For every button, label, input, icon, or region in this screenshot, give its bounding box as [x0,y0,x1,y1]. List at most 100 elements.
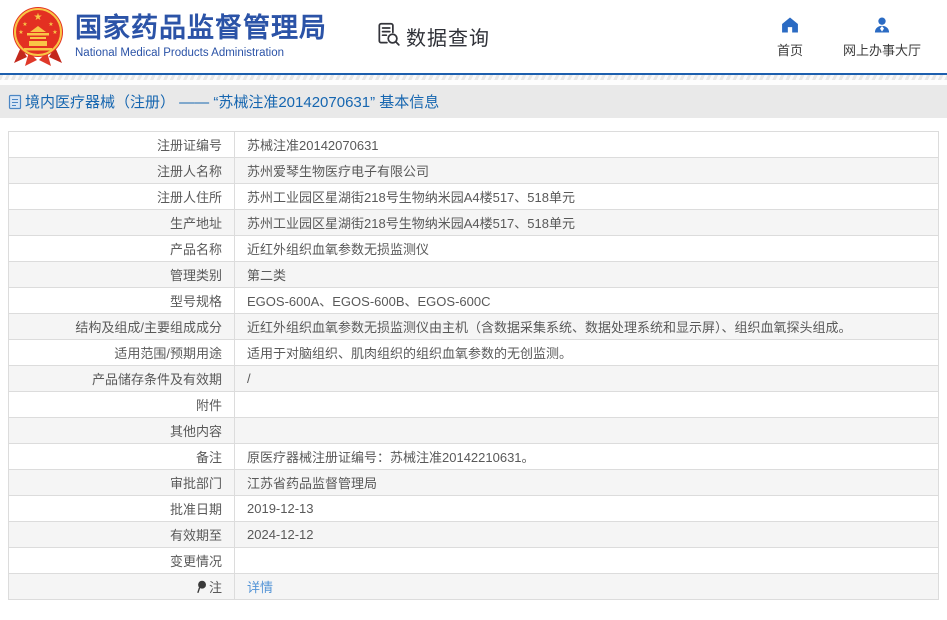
nav-home-label: 首页 [776,42,803,58]
row-label: 注 [208,580,222,595]
row-label: 备注 [195,450,222,465]
row-label-cell: 有效期至 [8,521,235,548]
row-value-cell [234,417,939,444]
row-label-cell: 备注 [8,443,235,470]
row-label-cell: 注 [8,573,235,600]
table-row: 备注 原医疗器械注册证编号：苏械注准20142210631。 [8,443,939,470]
logo-link[interactable]: ★ ★ ★ ★ ★ 国家药品监督管理局 National Medical Pro… [10,5,327,69]
row-value: 近红外组织血氧参数无损监测仪由主机（含数据采集系统、数据处理系统和显示屏）、组织… [247,320,852,335]
svg-text:★: ★ [52,29,57,36]
row-value-cell: / [234,365,939,392]
info-table-body: 注册证编号 苏械注准20142070631 注册人名称 苏州爱琴生物医疗电子有限公司注… [8,131,939,600]
table-row: 附件 [8,391,939,418]
nav-home[interactable]: 首页 [777,15,803,59]
row-value-cell: 苏州工业园区星湖街218号生物纳米园A4楼517、518单元 [234,183,939,210]
national-emblem-icon: ★ ★ ★ ★ ★ [10,5,66,69]
row-label-cell: 产品储存条件及有效期 [8,365,235,392]
table-row: 其他内容 [8,417,939,444]
row-label-cell: 注册人名称 [8,157,235,184]
row-label: 有效期至 [169,528,222,543]
row-label-cell: 变更情况 [8,547,235,574]
row-value: / [247,371,251,386]
table-row: 产品名称 近红外组织血氧参数无损监测仪 [8,235,939,262]
nav-service-hall-label: 网上办事大厅 [842,42,921,58]
row-label-cell: 型号规格 [8,287,235,314]
row-label-cell: 管理类别 [8,261,235,288]
row-value: EGOS-600A、EGOS-600B、EGOS-600C [247,294,491,309]
row-label: 注册人住所 [156,190,222,205]
row-value-cell: 苏械注准20142070631 [234,131,939,158]
table-row: 产品储存条件及有效期 / [8,365,939,392]
breadcrumb: 境内医疗器械（注册） —— “苏械注准20142070631” 基本信息 [25,94,440,111]
row-value-cell: 近红外组织血氧参数无损监测仪由主机（含数据采集系统、数据处理系统和显示屏）、组织… [234,313,939,340]
table-row: 注册人住所 苏州工业园区星湖街218号生物纳米园A4楼517、518单元 [8,183,939,210]
row-label-cell: 产品名称 [8,235,235,262]
row-label: 批准日期 [169,502,222,517]
row-value: 江苏省药品监督管理局 [247,476,378,491]
svg-text:★: ★ [34,12,43,23]
row-value-cell: 苏州爱琴生物医疗电子有限公司 [234,157,939,184]
row-value: 2019-12-13 [247,501,314,516]
detail-link[interactable]: 详情 [247,580,273,595]
pin-icon [196,580,207,594]
row-value-cell: 近红外组织血氧参数无损监测仪 [234,235,939,262]
row-value-cell: 第二类 [234,261,939,288]
table-row: 适用范围/预期用途 适用于对脑组织、肌肉组织的组织血氧参数的无创监测。 [8,339,939,366]
row-label-cell: 注册证编号 [8,131,235,158]
row-label: 注册人名称 [156,164,222,179]
row-value-cell: 苏州工业园区星湖街218号生物纳米园A4楼517、518单元 [234,209,939,236]
row-label: 附件 [195,398,222,413]
row-label-cell: 注册人住所 [8,183,235,210]
row-value: 第二类 [247,268,287,283]
row-value-cell [234,391,939,418]
row-value-cell: 2024-12-12 [234,521,939,548]
row-label-cell: 批准日期 [8,495,235,522]
nav-service-hall[interactable]: 网上办事大厅 [843,15,921,59]
row-label: 产品名称 [169,242,222,257]
row-label: 型号规格 [169,294,222,309]
row-value: 苏州工业园区星湖街218号生物纳米园A4楼517、518单元 [247,190,575,205]
table-row: 型号规格 EGOS-600A、EGOS-600B、EGOS-600C [8,287,939,314]
row-label: 审批部门 [169,476,222,491]
table-row: 变更情况 [8,547,939,574]
row-label-cell: 结构及组成/主要组成成分 [8,313,235,340]
page-icon [8,94,22,110]
row-label-cell: 生产地址 [8,209,235,236]
header-nav: 首页 网上办事大厅 [777,15,921,59]
row-label: 管理类别 [169,268,222,283]
agency-name-en: National Medical Products Administration [75,46,285,59]
row-value: 原医疗器械注册证编号：苏械注准20142210631。 [247,450,535,465]
person-icon [872,15,892,35]
row-label-cell: 审批部门 [8,469,235,496]
row-label: 产品储存条件及有效期 [91,372,222,387]
table-row: 结构及组成/主要组成成分 近红外组织血氧参数无损监测仪由主机（含数据采集系统、数据… [8,313,939,340]
agency-name-cn: 国家药品监督管理局 [75,13,327,44]
table-row: 批准日期 2019-12-13 [8,495,939,522]
table-row: 注册人名称 苏州爱琴生物医疗电子有限公司 [8,157,939,184]
row-label-cell: 其他内容 [8,417,235,444]
row-value: 苏州爱琴生物医疗电子有限公司 [247,164,430,179]
table-row: 注 详情 [8,573,939,600]
row-value: 苏械注准20142070631 [247,138,379,153]
table-row: 注册证编号 苏械注准20142070631 [8,131,939,158]
doc-search-icon [375,21,401,53]
svg-text:★: ★ [18,29,23,36]
row-value: 近红外组织血氧参数无损监测仪 [247,242,430,257]
data-query-link[interactable]: 数据查询 [375,21,490,53]
row-value-cell: 适用于对脑组织、肌肉组织的组织血氧参数的无创监测。 [234,339,939,366]
row-label: 适用范围/预期用途 [114,346,222,361]
svg-text:★: ★ [22,21,27,28]
row-value: 适用于对脑组织、肌肉组织的组织血氧参数的无创监测。 [247,346,573,361]
table-row: 管理类别 第二类 [8,261,939,288]
row-value: 苏州工业园区星湖街218号生物纳米园A4楼517、518单元 [247,216,575,231]
row-value-cell: 2019-12-13 [234,495,939,522]
breadcrumb-band: 境内医疗器械（注册） —— “苏械注准20142070631” 基本信息 [0,85,947,118]
row-value: 2024-12-12 [247,527,314,542]
row-label: 结构及组成/主要组成成分 [75,320,222,335]
home-icon [780,15,800,35]
row-label: 其他内容 [169,424,222,439]
section-label: 数据查询 [406,28,490,50]
table-row: 生产地址 苏州工业园区星湖街218号生物纳米园A4楼517、518单元 [8,209,939,236]
table-row: 审批部门 江苏省药品监督管理局 [8,469,939,496]
row-label-cell: 适用范围/预期用途 [8,339,235,366]
